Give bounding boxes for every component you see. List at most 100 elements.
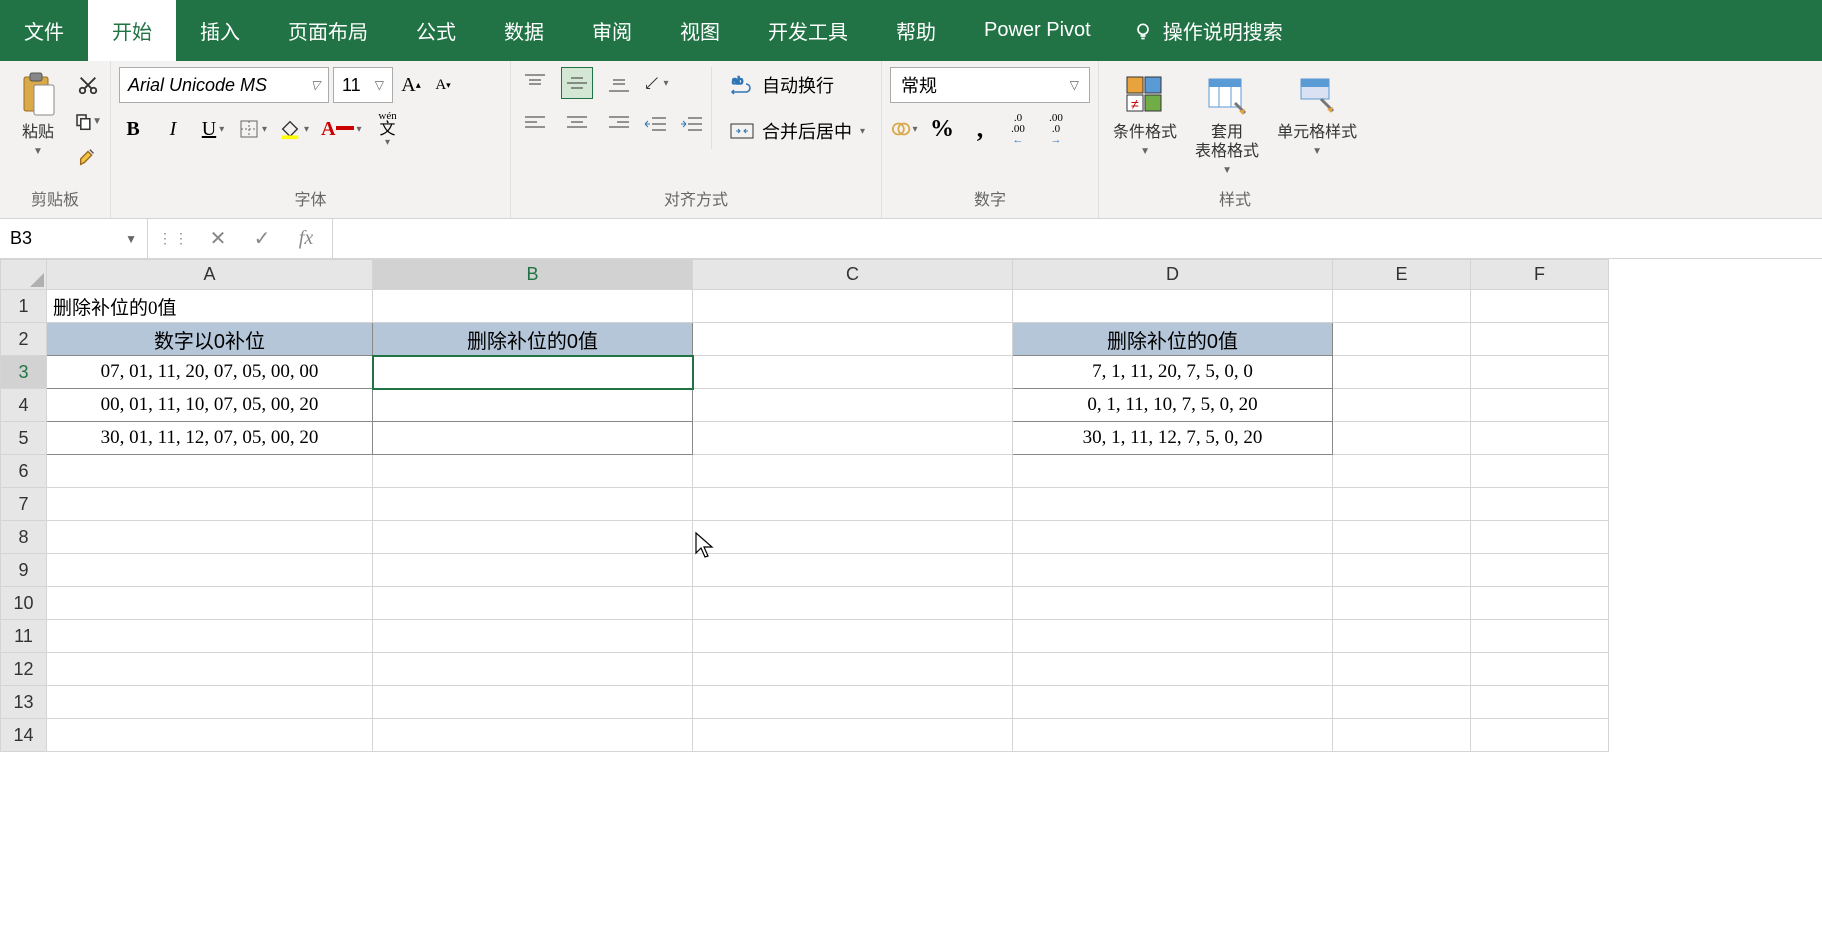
paste-button[interactable]: 粘贴 ▼	[8, 67, 68, 161]
cell-F3[interactable]	[1471, 356, 1609, 389]
cell-C2[interactable]	[693, 323, 1013, 356]
row-header-3[interactable]: 3	[1, 356, 47, 389]
format-as-table-button[interactable]: 套用 表格格式 ▼	[1189, 67, 1265, 180]
tab-insert[interactable]: 插入	[176, 0, 264, 61]
align-center-button[interactable]	[561, 107, 593, 139]
italic-button[interactable]: I	[159, 115, 187, 143]
cell-F2[interactable]	[1471, 323, 1609, 356]
row-header-11[interactable]: 11	[1, 620, 47, 653]
cell-D3[interactable]: 7, 1, 11, 20, 7, 5, 0, 0	[1013, 356, 1333, 389]
cell-A12[interactable]	[47, 653, 373, 686]
row-header-14[interactable]: 14	[1, 719, 47, 752]
cell-E1[interactable]	[1333, 290, 1471, 323]
font-size-combo[interactable]: 11 ▽	[333, 67, 393, 103]
cell-A11[interactable]	[47, 620, 373, 653]
insert-function-button[interactable]: fx	[288, 221, 324, 257]
cell-C1[interactable]	[693, 290, 1013, 323]
cell-D8[interactable]	[1013, 521, 1333, 554]
cell-D10[interactable]	[1013, 587, 1333, 620]
cell-F10[interactable]	[1471, 587, 1609, 620]
number-format-combo[interactable]: 常规 ▽	[890, 67, 1090, 103]
wrap-text-button[interactable]: ab 自动换行	[722, 67, 873, 103]
cell-F11[interactable]	[1471, 620, 1609, 653]
accounting-format-button[interactable]: ▾	[890, 115, 918, 143]
percent-button[interactable]: %	[928, 115, 956, 143]
cell-A7[interactable]	[47, 488, 373, 521]
cell-C3[interactable]	[693, 356, 1013, 389]
cell-B14[interactable]	[373, 719, 693, 752]
bold-button[interactable]: B	[119, 115, 147, 143]
cell-A8[interactable]	[47, 521, 373, 554]
cell-B2[interactable]: 删除补位的0值	[373, 323, 693, 356]
cell-B11[interactable]	[373, 620, 693, 653]
tab-help[interactable]: 帮助	[872, 0, 960, 61]
phonetic-button[interactable]: wén文▾	[374, 115, 402, 143]
cancel-formula-button[interactable]: ✕	[200, 221, 236, 257]
tab-review[interactable]: 审阅	[568, 0, 656, 61]
tab-developer[interactable]: 开发工具	[744, 0, 872, 61]
increase-font-button[interactable]: A▴	[397, 71, 425, 99]
cell-F9[interactable]	[1471, 554, 1609, 587]
cell-B1[interactable]	[373, 290, 693, 323]
row-header-4[interactable]: 4	[1, 389, 47, 422]
cell-F1[interactable]	[1471, 290, 1609, 323]
cell-C11[interactable]	[693, 620, 1013, 653]
cell-D13[interactable]	[1013, 686, 1333, 719]
cell-E6[interactable]	[1333, 455, 1471, 488]
cell-B12[interactable]	[373, 653, 693, 686]
underline-button[interactable]: U▾	[199, 115, 227, 143]
cell-A2[interactable]: 数字以0补位	[47, 323, 373, 356]
cell-C9[interactable]	[693, 554, 1013, 587]
cell-B13[interactable]	[373, 686, 693, 719]
cell-C7[interactable]	[693, 488, 1013, 521]
cell-D5[interactable]: 30, 1, 11, 12, 7, 5, 0, 20	[1013, 422, 1333, 455]
row-header-8[interactable]: 8	[1, 521, 47, 554]
cell-B4[interactable]	[373, 389, 693, 422]
conditional-formatting-button[interactable]: ≠ 条件格式 ▼	[1107, 67, 1183, 161]
spreadsheet-grid[interactable]: ABCDEF1删除补位的0值2数字以0补位删除补位的0值删除补位的0值307, …	[0, 259, 1822, 925]
col-header-E[interactable]: E	[1333, 260, 1471, 290]
cell-D2[interactable]: 删除补位的0值	[1013, 323, 1333, 356]
cell-A13[interactable]	[47, 686, 373, 719]
row-header-9[interactable]: 9	[1, 554, 47, 587]
cell-B6[interactable]	[373, 455, 693, 488]
select-all-corner[interactable]	[1, 260, 47, 290]
col-header-D[interactable]: D	[1013, 260, 1333, 290]
cell-A5[interactable]: 30, 01, 11, 12, 07, 05, 00, 20	[47, 422, 373, 455]
align-middle-button[interactable]	[561, 67, 593, 99]
font-name-combo[interactable]: Arial Unicode MS ▽	[119, 67, 329, 103]
increase-decimal-button[interactable]: .0.00←	[1004, 115, 1032, 143]
cell-C5[interactable]	[693, 422, 1013, 455]
cell-B8[interactable]	[373, 521, 693, 554]
tab-home[interactable]: 开始	[88, 0, 176, 61]
cell-C10[interactable]	[693, 587, 1013, 620]
cell-F5[interactable]	[1471, 422, 1609, 455]
cell-E13[interactable]	[1333, 686, 1471, 719]
cell-D11[interactable]	[1013, 620, 1333, 653]
cell-F12[interactable]	[1471, 653, 1609, 686]
cell-E9[interactable]	[1333, 554, 1471, 587]
tab-view[interactable]: 视图	[656, 0, 744, 61]
cell-E12[interactable]	[1333, 653, 1471, 686]
cell-E5[interactable]	[1333, 422, 1471, 455]
cell-E10[interactable]	[1333, 587, 1471, 620]
col-header-F[interactable]: F	[1471, 260, 1609, 290]
cell-E4[interactable]	[1333, 389, 1471, 422]
cell-B3[interactable]	[373, 356, 693, 389]
cell-A3[interactable]: 07, 01, 11, 20, 07, 05, 00, 00	[47, 356, 373, 389]
row-header-7[interactable]: 7	[1, 488, 47, 521]
cell-C12[interactable]	[693, 653, 1013, 686]
tab-data[interactable]: 数据	[480, 0, 568, 61]
row-header-12[interactable]: 12	[1, 653, 47, 686]
cell-A1[interactable]: 删除补位的0值	[47, 290, 373, 323]
cell-A14[interactable]	[47, 719, 373, 752]
format-painter-button[interactable]	[74, 143, 102, 171]
cell-styles-button[interactable]: 单元格样式 ▼	[1271, 67, 1363, 161]
fb-dots[interactable]: ⋮⋮	[156, 221, 192, 257]
align-right-button[interactable]	[603, 107, 635, 139]
font-color-button[interactable]: A▾	[321, 115, 361, 143]
tab-page-layout[interactable]: 页面布局	[264, 0, 392, 61]
row-header-2[interactable]: 2	[1, 323, 47, 356]
formula-input[interactable]	[333, 219, 1822, 258]
cell-E2[interactable]	[1333, 323, 1471, 356]
